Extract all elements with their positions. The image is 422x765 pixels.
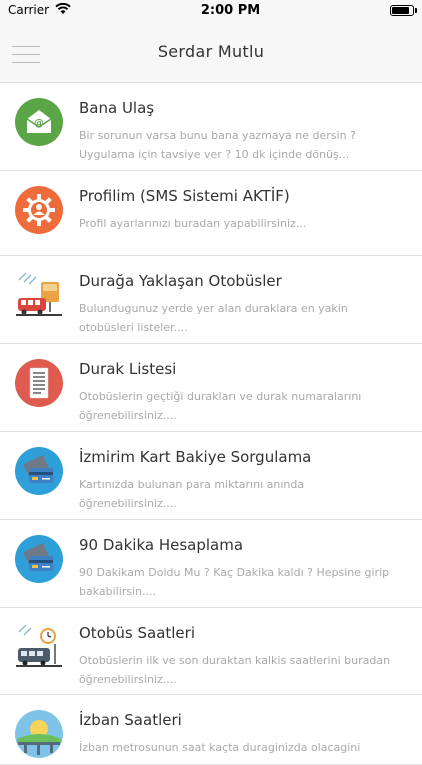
list-item-description: Kartınızda bulunan para miktarını anında… xyxy=(79,475,408,513)
navigation-bar: Serdar Mutlu xyxy=(0,20,422,83)
list-item-title: İzmirim Kart Bakiye Sorgulama xyxy=(79,448,312,466)
list-item-description: Bir sorunun varsa bunu bana yazmaya ne d… xyxy=(79,126,408,164)
list-item-text: Bana Ulaş Bir sorunun varsa bunu bana yaz… xyxy=(79,97,408,164)
description-line-2: öğrenebilirsiniz.... xyxy=(79,409,177,422)
list-item[interactable]: 90 Dakika Hesaplama 90 Dakikam Doldu Mu ?… xyxy=(0,520,422,608)
description-line-1: Profil ayarlarınızı buradan yapabilirsin… xyxy=(79,217,307,230)
description-line-1: İzban metrosunun saat kaçta duraginizda … xyxy=(79,741,361,754)
status-bar: Carrier 2:00 PM xyxy=(0,0,422,20)
description-line-1: Bir sorunun varsa bunu bana yazmaya ne d… xyxy=(79,129,356,142)
list-item[interactable]: Profilim (SMS Sistemi AKTİF) Profil ayarl… xyxy=(0,171,422,256)
bus-schedule-icon xyxy=(14,622,64,672)
list-item[interactable]: İzmirim Kart Bakiye Sorgulama Kartınızda … xyxy=(0,432,422,520)
list-item-description: Otobüslerin ilk ve son duraktan kalkis s… xyxy=(79,651,408,689)
list-item-text: 90 Dakika Hesaplama 90 Dakikam Doldu Mu ?… xyxy=(79,534,408,601)
list-item-text: Profilim (SMS Sistemi AKTİF) Profil ayarl… xyxy=(79,185,408,233)
description-line-1: 90 Dakikam Doldu Mu ? Kaç Dakika kaldı ?… xyxy=(79,566,390,579)
list-item-title: Durak Listesi xyxy=(79,360,177,378)
list-item-description: Profil ayarlarınızı buradan yapabilirsin… xyxy=(79,214,408,233)
description-line-2: otobüsleri listeler.... xyxy=(79,321,188,334)
list-item-description: Bulundugunuz yerde yer alan duraklara en… xyxy=(79,299,408,337)
list-item-text: Durak Listesi Otobüslerin geçtiği durakla… xyxy=(79,358,408,425)
credit-card-icon xyxy=(14,534,64,584)
bus-stop-icon xyxy=(14,270,64,320)
description-line-1: Bulundugunuz yerde yer alan duraklara en… xyxy=(79,302,348,315)
list-item-text: Otobüs Saatleri Otobüslerin ilk ve son du… xyxy=(79,622,408,689)
list-item-title: Durağa Yaklaşan Otobüsler xyxy=(79,272,282,290)
list-item-title: Bana Ulaş xyxy=(79,99,155,117)
description-line-2: bakabilirsin.... xyxy=(79,585,157,598)
wifi-icon xyxy=(55,2,71,18)
list-item-title: İzban Saatleri xyxy=(79,711,182,729)
description-line-2: öğrenebilirsiniz.... xyxy=(79,497,177,510)
document-list-icon xyxy=(14,358,64,408)
list-item[interactable]: @ Bana Ulaş Bir sorunun varsa bunu bana ya… xyxy=(0,83,422,171)
list-item-description: Otobüslerin geçtiği durakları ve durak n… xyxy=(79,387,408,425)
description-line-1: Otobüslerin geçtiği durakları ve durak n… xyxy=(79,390,362,403)
list-item[interactable]: Durak Listesi Otobüslerin geçtiği durakla… xyxy=(0,344,422,432)
list-item-title: Otobüs Saatleri xyxy=(79,624,195,642)
page-title: Serdar Mutlu xyxy=(157,41,265,61)
battery-icon xyxy=(390,4,417,16)
list-item[interactable]: Otobüs Saatleri Otobüslerin ilk ve son du… xyxy=(0,608,422,695)
status-time: 2:00 PM xyxy=(200,2,261,18)
list-item-text: Durağa Yaklaşan Otobüsler Bulundugunuz ye… xyxy=(79,270,408,337)
list-item[interactable]: Durağa Yaklaşan Otobüsler Bulundugunuz ye… xyxy=(0,256,422,344)
description-line-1: Kartınızda bulunan para miktarını anında xyxy=(79,478,305,491)
credit-card-icon xyxy=(14,446,64,496)
description-line-2: Uygulama için tavsiye ver ? 10 dk içinde… xyxy=(79,148,350,161)
list-item-title: 90 Dakika Hesaplama xyxy=(79,536,244,554)
list-item[interactable]: İzban Saatleri İzban metrosunun saat kaçt… xyxy=(0,695,422,765)
status-left: Carrier xyxy=(8,2,71,18)
list-item-text: İzmirim Kart Bakiye Sorgulama Kartınızda … xyxy=(79,446,408,513)
list-item-title: Profilim (SMS Sistemi AKTİF) xyxy=(79,187,290,205)
hamburger-menu-icon[interactable] xyxy=(12,46,40,66)
gear-person-icon xyxy=(14,185,64,235)
menu-list: @ Bana Ulaş Bir sorunun varsa bunu bana ya… xyxy=(0,83,422,765)
envelope-at-icon: @ xyxy=(14,97,64,147)
svg-text:@: @ xyxy=(34,118,44,129)
description-line-1: Otobüslerin ilk ve son duraktan kalkis s… xyxy=(79,654,391,667)
train-bridge-icon xyxy=(14,709,64,759)
list-item-description: İzban metrosunun saat kaçta duraginizda … xyxy=(79,738,408,757)
list-item-description: 90 Dakikam Doldu Mu ? Kaç Dakika kaldı ?… xyxy=(79,563,408,601)
carrier-label: Carrier xyxy=(8,3,50,17)
description-line-2: öğrenebilirsiniz.... xyxy=(79,673,177,686)
